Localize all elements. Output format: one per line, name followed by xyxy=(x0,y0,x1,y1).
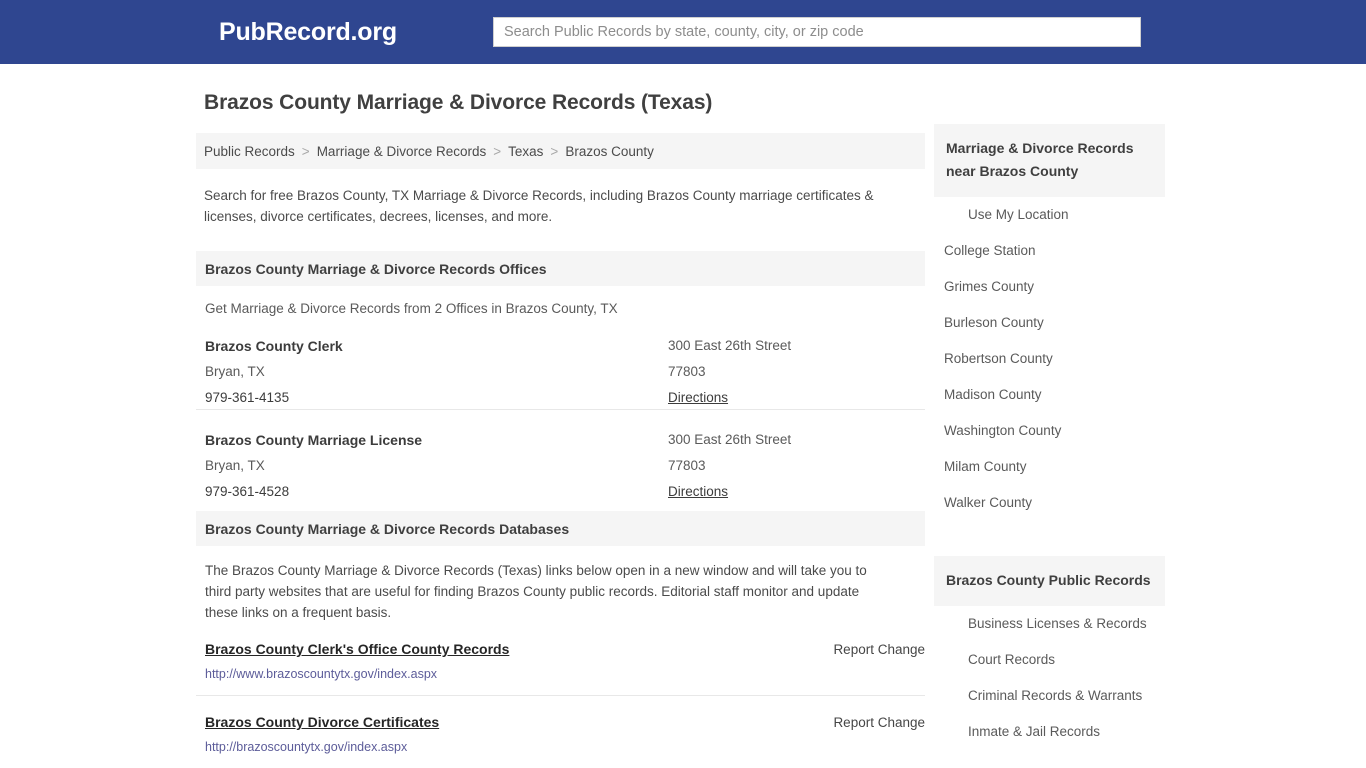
breadcrumb-separator: > xyxy=(493,143,502,159)
office-zip: 77803 xyxy=(668,364,706,379)
database-row: Brazos County Divorce Certificates Repor… xyxy=(196,695,925,768)
sidebar-heading-public-records: Brazos County Public Records xyxy=(934,556,1165,606)
sidebar-item-burleson-county[interactable]: Burleson County xyxy=(934,305,1165,341)
page-title: Brazos County Marriage & Divorce Records… xyxy=(204,91,713,114)
site-logo[interactable]: PubRecord.org xyxy=(219,20,397,45)
breadcrumb-item-texas[interactable]: Texas xyxy=(508,144,543,159)
office-city-state: Bryan, TX xyxy=(205,458,265,473)
office-row: Brazos County Clerk Bryan, TX 979-361-41… xyxy=(196,316,925,405)
breadcrumb-separator: > xyxy=(550,143,559,159)
database-url[interactable]: http://www.brazoscountytx.gov/index.aspx xyxy=(205,667,916,681)
breadcrumb: Public Records > Marriage & Divorce Reco… xyxy=(196,133,925,169)
section-header-databases: Brazos County Marriage & Divorce Records… xyxy=(196,511,925,546)
database-title-link[interactable]: Brazos County Clerk's Office County Reco… xyxy=(205,641,509,657)
office-zip: 77803 xyxy=(668,458,706,473)
offices-count-note: Get Marriage & Divorce Records from 2 Of… xyxy=(205,301,618,316)
main-content: Brazos County Marriage & Divorce Records… xyxy=(196,64,925,768)
sidebar-item-college-station[interactable]: College Station xyxy=(934,233,1165,269)
sidebar-item-madison-county[interactable]: Madison County xyxy=(934,377,1165,413)
section-header-offices: Brazos County Marriage & Divorce Records… xyxy=(196,251,925,286)
sidebar-item-robertson-county[interactable]: Robertson County xyxy=(934,341,1165,377)
office-right-column: 300 East 26th Street 77803 Directions xyxy=(668,427,918,505)
sidebar-public-records-group: Brazos County Public Records Business Li… xyxy=(934,556,1165,750)
office-right-column: 300 East 26th Street 77803 Directions xyxy=(668,333,918,411)
office-street: 300 East 26th Street xyxy=(668,432,792,447)
office-phone[interactable]: 979-361-4528 xyxy=(205,479,645,505)
sidebar-public-records-list: Business Licenses & Records Court Record… xyxy=(934,606,1165,750)
sidebar-item-grimes-county[interactable]: Grimes County xyxy=(934,269,1165,305)
office-city-state: Bryan, TX xyxy=(205,364,265,379)
site-header: PubRecord.org xyxy=(0,0,1366,64)
sidebar: Marriage & Divorce Records near Brazos C… xyxy=(934,124,1165,750)
office-row: Brazos County Marriage License Bryan, TX… xyxy=(196,409,925,499)
page-intro-text: Search for free Brazos County, TX Marria… xyxy=(204,188,874,224)
sidebar-item-use-my-location[interactable]: Use My Location xyxy=(934,197,1165,233)
office-directions-link[interactable]: Directions xyxy=(668,385,918,411)
breadcrumb-separator: > xyxy=(301,143,310,159)
office-street: 300 East 26th Street xyxy=(668,338,792,353)
report-change-link[interactable]: Report Change xyxy=(833,642,925,657)
office-name: Brazos County Marriage License xyxy=(205,432,423,448)
office-left-column: Brazos County Clerk Bryan, TX 979-361-41… xyxy=(205,333,645,411)
office-directions-link[interactable]: Directions xyxy=(668,479,918,505)
office-left-column: Brazos County Marriage License Bryan, TX… xyxy=(205,427,645,505)
sidebar-item-inmate-jail-records[interactable]: Inmate & Jail Records xyxy=(934,714,1165,750)
database-row: Brazos County Clerk's Office County Reco… xyxy=(196,623,925,695)
sidebar-heading-nearby: Marriage & Divorce Records near Brazos C… xyxy=(934,124,1165,197)
breadcrumb-item-public-records[interactable]: Public Records xyxy=(204,144,295,159)
search-input[interactable] xyxy=(493,17,1141,47)
sidebar-item-walker-county[interactable]: Walker County xyxy=(934,485,1165,521)
office-name: Brazos County Clerk xyxy=(205,338,343,354)
report-change-link[interactable]: Report Change xyxy=(833,715,925,730)
breadcrumb-item-brazos-county[interactable]: Brazos County xyxy=(565,144,654,159)
database-title-link[interactable]: Brazos County Divorce Certificates xyxy=(205,714,439,730)
sidebar-item-business-licenses-records[interactable]: Business Licenses & Records xyxy=(934,606,1165,642)
database-url[interactable]: http://brazoscountytx.gov/index.aspx xyxy=(205,740,916,754)
page-body: Brazos County Marriage & Divorce Records… xyxy=(0,64,1366,768)
sidebar-item-milam-county[interactable]: Milam County xyxy=(934,449,1165,485)
sidebar-item-criminal-records-warrants[interactable]: Criminal Records & Warrants xyxy=(934,678,1165,714)
breadcrumb-item-marriage-divorce-records[interactable]: Marriage & Divorce Records xyxy=(317,144,487,159)
databases-intro-text: The Brazos County Marriage & Divorce Rec… xyxy=(205,563,867,620)
sidebar-item-washington-county[interactable]: Washington County xyxy=(934,413,1165,449)
search-bar xyxy=(493,17,1141,47)
sidebar-nearby-list: Use My Location College Station Grimes C… xyxy=(934,197,1165,521)
office-phone[interactable]: 979-361-4135 xyxy=(205,385,645,411)
sidebar-item-court-records[interactable]: Court Records xyxy=(934,642,1165,678)
